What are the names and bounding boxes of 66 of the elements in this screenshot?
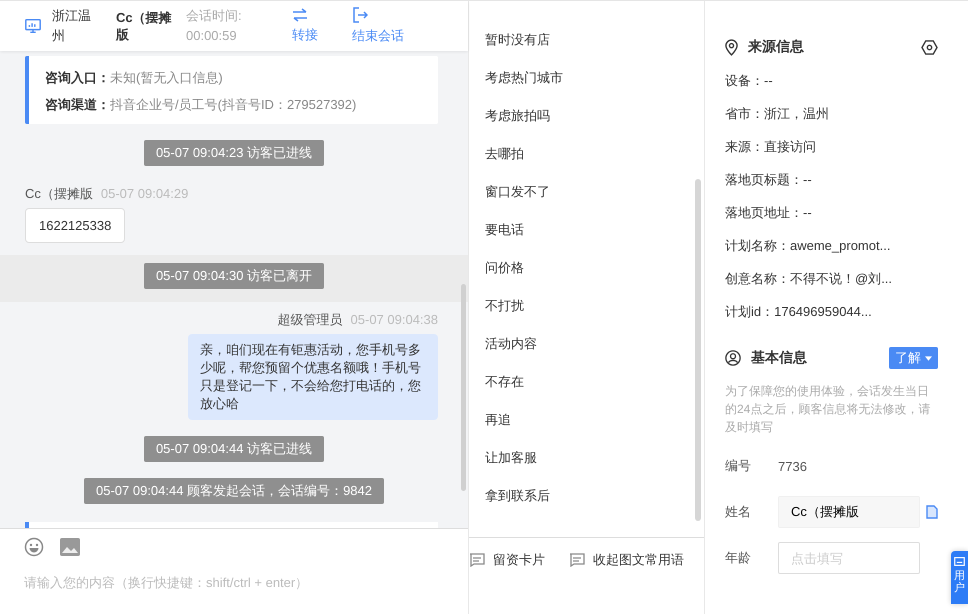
field-label: 年龄: [725, 549, 752, 567]
source-field: 来源：直接访问: [725, 130, 938, 163]
visitor-name: Cc（摆摊版: [116, 9, 172, 43]
message-icon: [569, 553, 585, 567]
scrollbar[interactable]: [695, 179, 701, 521]
session-timer: 00:00:59: [186, 27, 238, 45]
message-bubble: 1622125338: [25, 208, 126, 243]
sender-name: Cc（摆摊版: [25, 186, 93, 202]
hexagon-settings-icon[interactable]: [921, 40, 938, 54]
section-title: 基本信息: [751, 349, 808, 367]
system-notice: 05-07 09:04:23 访客已进线: [144, 140, 324, 166]
image-icon[interactable]: [60, 538, 80, 556]
phrase-tool-button[interactable]: 收起图文常用语: [569, 551, 684, 569]
caret-icon: [925, 356, 932, 360]
entry-value: 抖音企业号/员工号(抖音号ID：279527392): [110, 97, 356, 112]
message-time: 05-07 09:04:29: [100, 186, 188, 202]
quick-phrase[interactable]: 不存在: [469, 363, 704, 401]
quick-phrase[interactable]: 要电话: [469, 211, 704, 249]
system-notice: 05-07 09:04:30 访客已离开: [144, 263, 324, 289]
quick-phrase[interactable]: 让加客服: [469, 439, 704, 477]
entry-value: 未知(暂无入口信息): [110, 70, 223, 85]
field-value: 7736: [778, 458, 807, 474]
scrollbar[interactable]: [461, 284, 466, 491]
system-notice: 05-07 09:04:44 访客已进线: [144, 436, 324, 462]
field-label: 姓名: [725, 503, 752, 521]
quick-phrase[interactable]: 考虑热门城市: [469, 59, 704, 97]
quick-phrase[interactable]: 考虑旅拍吗: [469, 97, 704, 135]
quick-phrase[interactable]: 再追: [469, 401, 704, 439]
exit-icon: [352, 7, 368, 23]
quick-phrase[interactable]: 不打扰: [469, 287, 704, 325]
source-field: 设备：--: [725, 64, 938, 97]
source-field: 计划id：176496959044...: [725, 295, 938, 328]
quick-phrase[interactable]: 活动内容: [469, 325, 704, 363]
system-notice: 05-07 09:04:44 顾客发起会话，会话编号：9842: [84, 478, 384, 504]
source-field: 省市：浙江，温州: [725, 97, 938, 130]
card-icon: [954, 557, 965, 566]
source-field: 落地页地址：--: [725, 196, 938, 229]
emoji-icon[interactable]: [24, 537, 44, 557]
name-field[interactable]: Cc（摆摊版: [778, 496, 920, 528]
section-title: 来源信息: [748, 38, 805, 56]
copy-icon[interactable]: [926, 505, 938, 519]
quick-phrase[interactable]: 拿到联系后: [469, 477, 704, 515]
source-field: 创意名称：不得不说！@刘...: [725, 262, 938, 295]
entry-label: 咨询入口：: [45, 70, 110, 85]
notice-text: 为了保障您的使用体验，会话发生当日的24点之后，顾客信息将无法修改，请及时填写: [725, 383, 932, 436]
user-side-tab[interactable]: 用户: [951, 551, 968, 604]
phrase-tool-button[interactable]: 留资卡片: [469, 551, 545, 569]
entry-label: 咨询渠道：: [45, 97, 110, 112]
message-icon: [469, 553, 485, 567]
quick-phrase[interactable]: 窗口发不了: [469, 173, 704, 211]
message-input[interactable]: 请输入您的内容（换行快捷键：shift/ctrl + enter）: [24, 575, 444, 590]
location-pin-icon: [725, 38, 738, 56]
visitor-location: 浙江温州: [52, 7, 92, 45]
sender-name: 超级管理员: [278, 312, 343, 328]
source-field: 落地页标题：--: [725, 163, 938, 196]
message-bubble: 亲，咱们现在有钜惠活动，您手机号多少呢，帮您预留个优惠名额哦！手机号只是登记一下，不会给您打电话的，您放心哈: [188, 334, 438, 420]
swap-arrows-icon: [292, 8, 308, 22]
quick-phrase[interactable]: 暂时没有店: [469, 21, 704, 59]
user-circle-icon: [725, 350, 741, 366]
field-label: 编号: [725, 457, 752, 475]
source-field: 计划名称：aweme_promot...: [725, 229, 938, 262]
message-time: 05-07 09:04:38: [350, 312, 438, 328]
quick-phrase[interactable]: 问价格: [469, 249, 704, 287]
quick-phrase[interactable]: 去哪拍: [469, 135, 704, 173]
monitor-icon: [24, 17, 42, 35]
timer-label: 会话时间:: [186, 7, 243, 25]
